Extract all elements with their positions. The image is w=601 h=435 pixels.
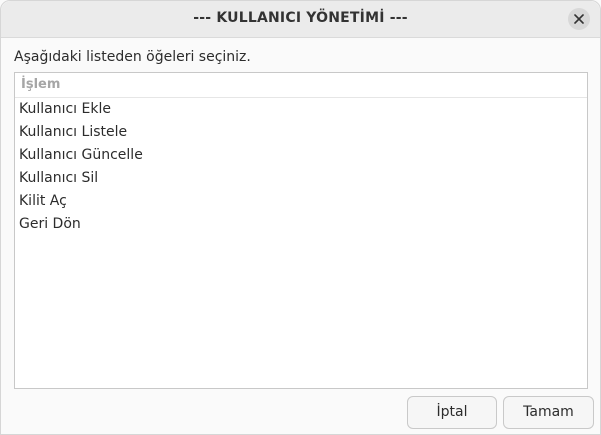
prompt-text: Aşağıdaki listeden öğeleri seçiniz. <box>14 49 251 65</box>
column-header-islem[interactable]: İşlem <box>15 73 587 98</box>
list-item[interactable]: Geri Dön <box>15 213 587 236</box>
title-bar[interactable]: --- KULLANICI YÖNETİMİ --- <box>1 1 600 38</box>
list-items: Kullanıcı Ekle Kullanıcı Listele Kullanı… <box>15 98 587 236</box>
list-item[interactable]: Kilit Aç <box>15 190 587 213</box>
list-item[interactable]: Kullanıcı Sil <box>15 167 587 190</box>
cancel-button[interactable]: İptal <box>407 396 497 429</box>
dialog-window: --- KULLANICI YÖNETİMİ --- Aşağıdaki lis… <box>0 0 601 435</box>
ok-button[interactable]: Tamam <box>503 396 594 429</box>
close-icon <box>574 14 584 24</box>
list-item[interactable]: Kullanıcı Güncelle <box>15 144 587 167</box>
close-button[interactable] <box>568 8 590 30</box>
window-title: --- KULLANICI YÖNETİMİ --- <box>193 10 408 26</box>
selection-list[interactable]: İşlem Kullanıcı Ekle Kullanıcı Listele K… <box>14 72 588 389</box>
list-item[interactable]: Kullanıcı Ekle <box>15 98 587 121</box>
list-item[interactable]: Kullanıcı Listele <box>15 121 587 144</box>
